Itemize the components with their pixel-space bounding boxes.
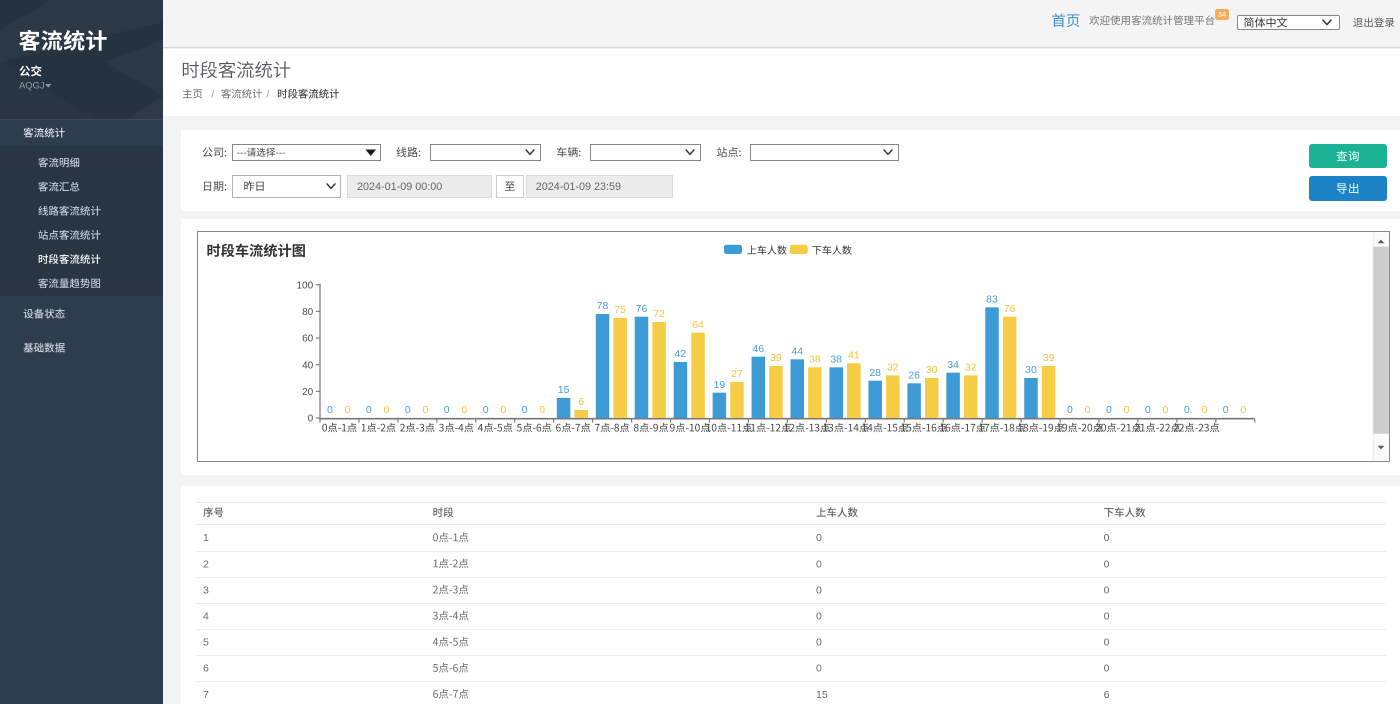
svg-text:39: 39 — [770, 352, 782, 364]
svg-text:0: 0 — [366, 404, 372, 416]
svg-text:/: / — [267, 88, 270, 100]
svg-text:27: 27 — [731, 368, 743, 380]
svg-text:46: 46 — [752, 343, 764, 355]
svg-text:0: 0 — [1104, 637, 1110, 649]
svg-text:0: 0 — [1085, 404, 1091, 416]
svg-text:0: 0 — [483, 404, 489, 416]
svg-text:15: 15 — [558, 384, 570, 396]
svg-text:0: 0 — [444, 404, 450, 416]
svg-text:0: 0 — [1184, 404, 1190, 416]
svg-text:32: 32 — [887, 362, 899, 374]
svg-text:0: 0 — [1223, 404, 1229, 416]
svg-text:1: 1 — [203, 532, 209, 544]
svg-text:/: / — [211, 88, 214, 100]
svg-text:40: 40 — [302, 360, 314, 371]
svg-text:0: 0 — [345, 404, 351, 416]
svg-text:64: 64 — [692, 319, 704, 331]
svg-text:34: 34 — [1218, 10, 1226, 19]
svg-text:20: 20 — [302, 387, 314, 398]
svg-text:76: 76 — [636, 303, 648, 315]
svg-text:0: 0 — [461, 404, 467, 416]
svg-text:39: 39 — [1043, 352, 1055, 364]
svg-text:19: 19 — [714, 379, 726, 391]
svg-text:0: 0 — [1145, 404, 1151, 416]
svg-text:38: 38 — [809, 354, 821, 366]
svg-text:0: 0 — [1106, 404, 1112, 416]
svg-text:42: 42 — [675, 348, 687, 360]
svg-text:AQGJ: AQGJ — [19, 80, 45, 91]
svg-text:60: 60 — [302, 334, 314, 345]
svg-text:0: 0 — [1240, 404, 1246, 416]
svg-text:72: 72 — [653, 308, 665, 320]
svg-text:0: 0 — [816, 637, 822, 649]
svg-text:2024-01-09 23:59: 2024-01-09 23:59 — [536, 181, 621, 193]
svg-text:6: 6 — [578, 396, 584, 408]
svg-text:2: 2 — [203, 558, 209, 570]
svg-text:0: 0 — [1104, 611, 1110, 623]
svg-text:4: 4 — [203, 611, 209, 623]
svg-text:3: 3 — [203, 584, 209, 596]
svg-text:6: 6 — [203, 663, 209, 675]
svg-text:83: 83 — [986, 294, 998, 306]
svg-text:0: 0 — [816, 663, 822, 675]
svg-text:0: 0 — [327, 404, 333, 416]
svg-text:80: 80 — [302, 307, 314, 318]
svg-text:0: 0 — [816, 558, 822, 570]
svg-text:0: 0 — [1104, 663, 1110, 675]
svg-text:0: 0 — [422, 404, 428, 416]
svg-text:5: 5 — [203, 637, 209, 649]
svg-text:100: 100 — [297, 280, 314, 291]
svg-text:41: 41 — [848, 350, 860, 362]
svg-text:0: 0 — [816, 611, 822, 623]
svg-text:0: 0 — [522, 404, 528, 416]
svg-text:0: 0 — [1104, 584, 1110, 596]
svg-text:0: 0 — [383, 404, 389, 416]
svg-text:30: 30 — [926, 364, 938, 376]
svg-text:0: 0 — [308, 414, 314, 425]
svg-text:30: 30 — [1025, 364, 1037, 376]
svg-text:0: 0 — [1067, 404, 1073, 416]
svg-text:26: 26 — [908, 370, 920, 382]
svg-text:38: 38 — [830, 354, 842, 366]
svg-text:34: 34 — [947, 359, 959, 371]
svg-text:0: 0 — [500, 404, 506, 416]
svg-text:0: 0 — [1201, 404, 1207, 416]
svg-text:78: 78 — [597, 300, 609, 312]
svg-text:32: 32 — [965, 362, 977, 374]
svg-text:75: 75 — [614, 304, 626, 316]
svg-text:44: 44 — [791, 346, 803, 358]
svg-text:2024-01-09 00:00: 2024-01-09 00:00 — [357, 181, 442, 193]
svg-text:6: 6 — [1104, 689, 1110, 701]
svg-text:0: 0 — [1124, 404, 1130, 416]
svg-text:0: 0 — [1104, 558, 1110, 570]
svg-text:0: 0 — [1104, 532, 1110, 544]
svg-text:0: 0 — [539, 404, 545, 416]
svg-text:0: 0 — [816, 532, 822, 544]
svg-text:0: 0 — [816, 584, 822, 596]
svg-text:0: 0 — [405, 404, 411, 416]
svg-text:15: 15 — [816, 689, 828, 701]
svg-text:76: 76 — [1004, 303, 1016, 315]
svg-text:28: 28 — [869, 367, 881, 379]
svg-text:7: 7 — [203, 689, 209, 701]
svg-text:0: 0 — [1162, 404, 1168, 416]
